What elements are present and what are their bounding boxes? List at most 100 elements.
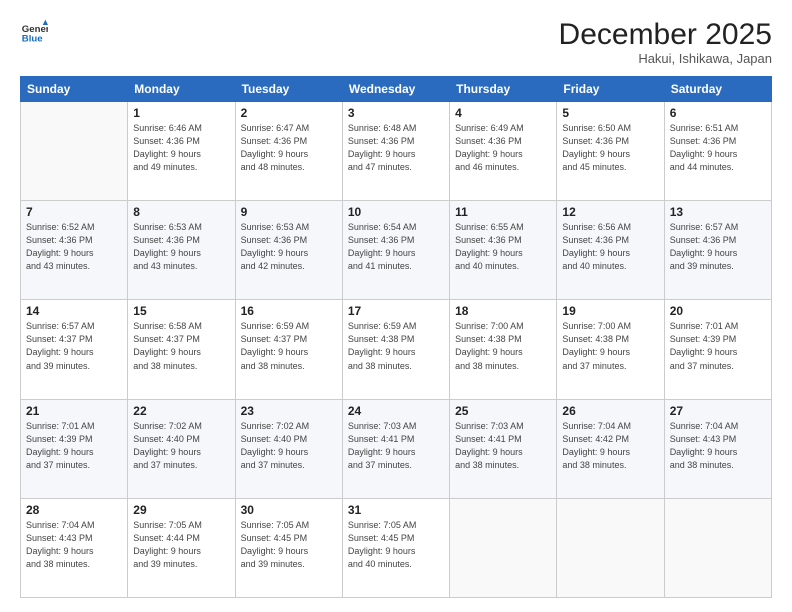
table-cell: 4 Sunrise: 6:49 AM Sunset: 4:36 PM Daylig… [450,102,557,201]
table-cell: 17Sunrise: 6:59 AM Sunset: 4:38 PM Dayli… [342,300,449,399]
day-info: Sunrise: 6:50 AM Sunset: 4:36 PM Dayligh… [562,122,658,174]
month-title: December 2025 [559,18,772,51]
day-info: Sunrise: 7:03 AM Sunset: 4:41 PM Dayligh… [348,420,444,472]
table-cell: 30Sunrise: 7:05 AM Sunset: 4:45 PM Dayli… [235,498,342,597]
table-cell: 28 Sunrise: 7:04 AM Sunset: 4:43 PM Dayli… [21,498,128,597]
table-cell: 16 Sunrise: 6:59 AM Sunset: 4:37 PM Dayli… [235,300,342,399]
day-number: 20 [670,304,766,318]
table-cell: 31 Sunrise: 7:05 AM Sunset: 4:45 PM Dayli… [342,498,449,597]
day-info: Sunrise: 6:55 AM Sunset: 4:36 PM Dayligh… [455,221,551,273]
day-info: Sunrise: 6:59 AM Sunset: 4:37 PM Dayligh… [241,320,337,372]
table-cell [557,498,664,597]
col-wednesday: Wednesday [342,77,449,102]
table-cell: 22 Sunrise: 7:02 AM Sunset: 4:40 PM Dayli… [128,399,235,498]
day-info: Sunrise: 7:04 AM Sunset: 4:43 PM Dayligh… [670,420,766,472]
day-number: 7 [26,205,122,219]
day-number: 2 [241,106,337,120]
day-info: Sunrise: 6:47 AM Sunset: 4:36 PM Dayligh… [241,122,337,174]
table-cell: 25 Sunrise: 7:03 AM Sunset: 4:41 PM Dayli… [450,399,557,498]
day-number: 4 [455,106,551,120]
day-info: Sunrise: 7:02 AM Sunset: 4:40 PM Dayligh… [241,420,337,472]
day-number: 22 [133,404,229,418]
day-info: Sunrise: 6:58 AM Sunset: 4:37 PM Dayligh… [133,320,229,372]
day-info: Sunrise: 6:49 AM Sunset: 4:36 PM Dayligh… [455,122,551,174]
day-info: Sunrise: 7:05 AM Sunset: 4:44 PM Dayligh… [133,519,229,571]
svg-text:Blue: Blue [22,34,43,45]
calendar-page: General Blue December 2025 Hakui, Ishika… [0,0,792,612]
day-number: 1 [133,106,229,120]
header-row: Sunday Monday Tuesday Wednesday Thursday… [21,77,772,102]
table-cell: 24 Sunrise: 7:03 AM Sunset: 4:41 PM Dayli… [342,399,449,498]
day-info: Sunrise: 7:02 AM Sunset: 4:40 PM Dayligh… [133,420,229,472]
table-cell [450,498,557,597]
day-info: Sunrise: 6:48 AM Sunset: 4:36 PM Dayligh… [348,122,444,174]
table-cell: 26Sunrise: 7:04 AM Sunset: 4:42 PM Dayli… [557,399,664,498]
day-number: 11 [455,205,551,219]
day-number: 12 [562,205,658,219]
day-info: Sunrise: 7:04 AM Sunset: 4:43 PM Dayligh… [26,519,122,571]
day-info: Sunrise: 6:53 AM Sunset: 4:36 PM Dayligh… [241,221,337,273]
table-cell: 29Sunrise: 7:05 AM Sunset: 4:44 PM Dayli… [128,498,235,597]
day-number: 14 [26,304,122,318]
day-number: 21 [26,404,122,418]
table-cell: 10 Sunrise: 6:54 AM Sunset: 4:36 PM Dayli… [342,201,449,300]
day-info: Sunrise: 6:56 AM Sunset: 4:36 PM Dayligh… [562,221,658,273]
day-number: 10 [348,205,444,219]
day-number: 28 [26,503,122,517]
day-info: Sunrise: 6:53 AM Sunset: 4:36 PM Dayligh… [133,221,229,273]
location: Hakui, Ishikawa, Japan [559,51,772,66]
logo: General Blue [20,18,48,46]
calendar-table: Sunday Monday Tuesday Wednesday Thursday… [20,76,772,598]
day-number: 3 [348,106,444,120]
day-number: 15 [133,304,229,318]
day-info: Sunrise: 7:00 AM Sunset: 4:38 PM Dayligh… [455,320,551,372]
day-number: 19 [562,304,658,318]
table-cell: 13 Sunrise: 6:57 AM Sunset: 4:36 PM Dayli… [664,201,771,300]
day-info: Sunrise: 7:05 AM Sunset: 4:45 PM Dayligh… [348,519,444,571]
day-info: Sunrise: 6:59 AM Sunset: 4:38 PM Dayligh… [348,320,444,372]
day-number: 13 [670,205,766,219]
day-info: Sunrise: 6:51 AM Sunset: 4:36 PM Dayligh… [670,122,766,174]
day-number: 9 [241,205,337,219]
table-cell [21,102,128,201]
day-number: 23 [241,404,337,418]
table-cell: 11 Sunrise: 6:55 AM Sunset: 4:36 PM Dayli… [450,201,557,300]
logo-icon: General Blue [20,18,48,46]
day-info: Sunrise: 6:57 AM Sunset: 4:37 PM Dayligh… [26,320,122,372]
day-number: 6 [670,106,766,120]
day-number: 27 [670,404,766,418]
table-row: 14 Sunrise: 6:57 AM Sunset: 4:37 PM Dayli… [21,300,772,399]
day-number: 26 [562,404,658,418]
day-info: Sunrise: 7:01 AM Sunset: 4:39 PM Dayligh… [670,320,766,372]
day-info: Sunrise: 6:54 AM Sunset: 4:36 PM Dayligh… [348,221,444,273]
table-cell: 7 Sunrise: 6:52 AM Sunset: 4:36 PM Daylig… [21,201,128,300]
day-info: Sunrise: 6:46 AM Sunset: 4:36 PM Dayligh… [133,122,229,174]
col-saturday: Saturday [664,77,771,102]
table-cell: 15 Sunrise: 6:58 AM Sunset: 4:37 PM Dayli… [128,300,235,399]
table-cell: 2 Sunrise: 6:47 AM Sunset: 4:36 PM Daylig… [235,102,342,201]
title-block: December 2025 Hakui, Ishikawa, Japan [559,18,772,66]
day-number: 16 [241,304,337,318]
day-info: Sunrise: 6:52 AM Sunset: 4:36 PM Dayligh… [26,221,122,273]
table-cell: 18Sunrise: 7:00 AM Sunset: 4:38 PM Dayli… [450,300,557,399]
table-cell: 27 Sunrise: 7:04 AM Sunset: 4:43 PM Dayli… [664,399,771,498]
table-cell: 19 Sunrise: 7:00 AM Sunset: 4:38 PM Dayli… [557,300,664,399]
day-number: 30 [241,503,337,517]
table-row: 21 Sunrise: 7:01 AM Sunset: 4:39 PM Dayli… [21,399,772,498]
day-info: Sunrise: 7:03 AM Sunset: 4:41 PM Dayligh… [455,420,551,472]
table-cell: 6 Sunrise: 6:51 AM Sunset: 4:36 PM Daylig… [664,102,771,201]
table-cell: 12 Sunrise: 6:56 AM Sunset: 4:36 PM Dayli… [557,201,664,300]
table-cell: 20 Sunrise: 7:01 AM Sunset: 4:39 PM Dayli… [664,300,771,399]
table-row: 7 Sunrise: 6:52 AM Sunset: 4:36 PM Daylig… [21,201,772,300]
day-info: Sunrise: 7:01 AM Sunset: 4:39 PM Dayligh… [26,420,122,472]
table-row: 28 Sunrise: 7:04 AM Sunset: 4:43 PM Dayli… [21,498,772,597]
day-number: 24 [348,404,444,418]
day-number: 5 [562,106,658,120]
day-info: Sunrise: 7:00 AM Sunset: 4:38 PM Dayligh… [562,320,658,372]
day-number: 31 [348,503,444,517]
day-info: Sunrise: 6:57 AM Sunset: 4:36 PM Dayligh… [670,221,766,273]
col-monday: Monday [128,77,235,102]
col-tuesday: Tuesday [235,77,342,102]
table-cell: 5 Sunrise: 6:50 AM Sunset: 4:36 PM Daylig… [557,102,664,201]
day-number: 25 [455,404,551,418]
